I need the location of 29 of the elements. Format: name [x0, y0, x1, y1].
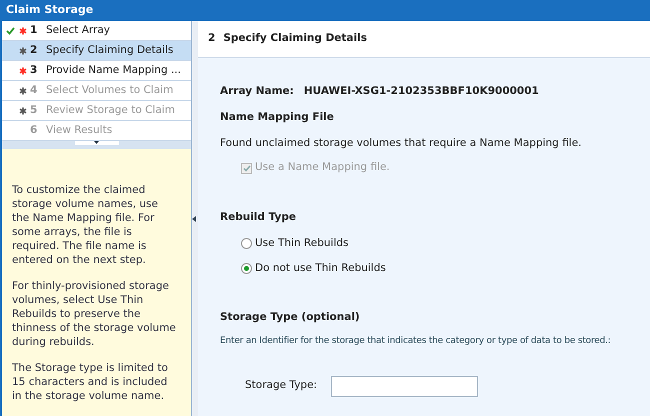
- section-heading: Name Mapping File: [220, 110, 335, 125]
- help-text: For thinly-provisioned storage volumes, select Use Thin Rebuilds to preserve the thinness of the storage volume during rebuilds.: [12, 279, 177, 349]
- step-label: Select Array: [46, 22, 110, 38]
- help-text: To customize the claimed storage volume names, use the Name Mapping file. For some arrays, the file is required. The file name is entered on the next step.: [12, 183, 159, 267]
- step-number: 3: [30, 62, 38, 78]
- mapping-text: Found unclaimed storage volumes that require a Name Mapping file.: [220, 136, 583, 150]
- step-number: 5: [30, 102, 38, 118]
- step-label: View Results: [46, 122, 112, 138]
- step-label: Select Volumes to Claim: [46, 82, 174, 98]
- radio-option[interactable]: Use Thin Rebuilds: [241, 236, 650, 252]
- window-title: Claim Storage: [6, 2, 94, 18]
- step-item[interactable]: 2 Specify Claiming Details: [2, 41, 191, 61]
- step-number: 4: [30, 82, 38, 98]
- section-heading: Storage Type (optional): [220, 310, 361, 326]
- array-name-value: HUAWEI-XSG1-2102353BBF10K9000001: [304, 84, 539, 99]
- step-label: Specify Claiming Details: [46, 42, 174, 58]
- step-number: 2: [30, 42, 38, 58]
- help-text: The Storage type is limited to 15 characters and is included in the storage volume name.: [12, 361, 169, 403]
- section-heading: Rebuild Type: [220, 210, 297, 225]
- array-name-label: Array Name:: [220, 84, 294, 99]
- storage-type-label: Storage Type:: [245, 378, 318, 394]
- radio-option[interactable]: Do not use Thin Rebuilds: [241, 260, 650, 276]
- page-title: Specify Claiming Details: [223, 31, 367, 46]
- step-label: Provide Name Mapping ...: [46, 62, 181, 78]
- step-number: 6: [30, 122, 38, 138]
- page-number: 2: [208, 31, 216, 46]
- storage-type-text: Enter an Identifier for the storage that indicates the category or type of data to be stored.:: [220, 335, 612, 348]
- step-number: 1: [30, 22, 38, 38]
- step-label: Review Storage to Claim: [46, 102, 175, 118]
